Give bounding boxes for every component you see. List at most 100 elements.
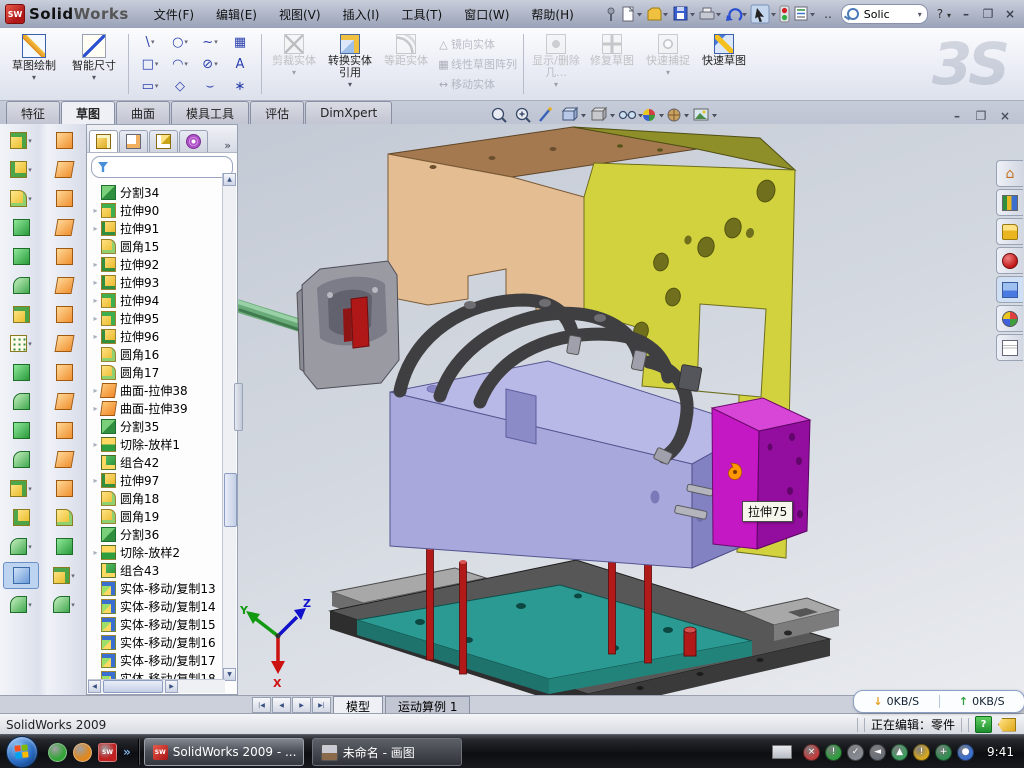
home-tab[interactable]: ⌂ <box>996 160 1023 187</box>
section-view-icon[interactable] <box>540 107 552 121</box>
configurationmanager-tab[interactable] <box>149 130 178 152</box>
mold-tool-8-button[interactable] <box>46 330 82 357</box>
mold-tool-14-button[interactable] <box>46 504 82 531</box>
menu-item-5[interactable]: 窗口(W) <box>453 0 520 28</box>
doc-restore-button[interactable]: ❐ <box>972 108 990 124</box>
save-dropdown-icon[interactable] <box>690 13 695 17</box>
sketch-entity-4[interactable]: □▾ <box>135 53 165 75</box>
quick-launch-overflow-icon[interactable]: » <box>123 745 131 759</box>
sketch-entity-9[interactable]: ◇ <box>165 75 195 97</box>
quick-launch-safety-icon[interactable] <box>73 743 92 762</box>
options-button[interactable] <box>795 7 807 20</box>
quick-snaps-button[interactable]: 快速捕捉 ▾ <box>641 31 695 97</box>
view-settings-icon[interactable] <box>694 109 708 120</box>
status-help-icon[interactable]: ? <box>975 716 992 733</box>
ribbon-tab-4[interactable]: 评估 <box>250 101 304 124</box>
menu-item-1[interactable]: 编辑(E) <box>205 0 268 28</box>
sketch-dropdown-icon[interactable]: ▾ <box>32 73 36 82</box>
tree-item-22[interactable]: 实体-移动/复制13 <box>87 579 237 597</box>
tray-volume-icon[interactable]: ◄ <box>869 744 886 761</box>
tree-item-19[interactable]: 分割36 <box>87 525 237 543</box>
tree-item-25[interactable]: 实体-移动/复制16 <box>87 633 237 651</box>
design-library-tab[interactable] <box>996 189 1023 216</box>
tray-sync-icon[interactable]: ● <box>957 744 974 761</box>
tree-item-20[interactable]: ▸切除-放样2 <box>87 543 237 561</box>
solidworks-resources-tab[interactable] <box>996 247 1023 274</box>
scene-dropdown-icon[interactable] <box>684 114 689 118</box>
view-palette-tab[interactable] <box>996 276 1023 303</box>
part-slide-insert[interactable] <box>238 261 399 389</box>
sketch-entity-0[interactable]: \▾ <box>135 31 165 53</box>
stack-button-0[interactable]: △镜向实体 <box>436 34 517 54</box>
sketch-entity-5[interactable]: ◠▾ <box>165 53 195 75</box>
tree-item-8[interactable]: ▸拉伸96 <box>87 327 237 345</box>
shell-button[interactable] <box>3 243 39 270</box>
tree-item-1[interactable]: ▸拉伸90 <box>87 201 237 219</box>
zoom-fit-icon[interactable] <box>493 109 507 123</box>
sketch-entity-11[interactable]: ∗ <box>225 75 255 97</box>
h-scroll-thumb[interactable] <box>103 680 163 693</box>
mold-tool-10-button[interactable] <box>46 388 82 415</box>
ribbon-tab-5[interactable]: DimXpert <box>305 101 392 124</box>
tray-graphics-icon[interactable]: ▲ <box>891 744 908 761</box>
open-button[interactable] <box>648 8 661 20</box>
tree-item-18[interactable]: 圆角19 <box>87 507 237 525</box>
start-button[interactable] <box>6 736 38 768</box>
close-button[interactable]: × <box>1000 5 1020 23</box>
tree-item-3[interactable]: 圆角15 <box>87 237 237 255</box>
helix-button[interactable]: ▾ <box>3 591 39 618</box>
sketch-button[interactable]: 草图绘制 ▾ <box>5 31 63 97</box>
appearances-tab[interactable] <box>996 305 1023 332</box>
tree-item-24[interactable]: 实体-移动/复制15 <box>87 615 237 633</box>
pin-icon[interactable] <box>608 8 614 21</box>
mold-tool-5-button[interactable] <box>46 243 82 270</box>
view-orientation-dropdown-icon[interactable] <box>581 114 586 118</box>
new-document-button[interactable] <box>623 7 633 21</box>
open-dropdown-icon[interactable] <box>663 13 668 17</box>
display-delete-relations-button[interactable]: 显示/删除几... ▾ <box>529 31 583 97</box>
appearances-icon[interactable] <box>643 109 655 121</box>
doc-close-button[interactable]: × <box>996 108 1014 124</box>
tree-filter-box[interactable] <box>91 156 233 178</box>
display-style-icon[interactable] <box>592 108 606 120</box>
rapid-sketch-button[interactable]: 快速草图 <box>697 31 751 97</box>
mold-tool-4-button[interactable] <box>46 214 82 241</box>
panel-splitter-handle[interactable] <box>234 383 243 431</box>
sketch-entity-8[interactable]: ▭▾ <box>135 75 165 97</box>
doc-tab-0[interactable]: 模型 <box>333 696 383 714</box>
undo-dropdown-icon[interactable] <box>742 13 747 17</box>
stack-button-2[interactable]: ↔移动实体 <box>436 74 517 94</box>
offset-entities-button[interactable]: 等距实体 <box>379 31 433 97</box>
select-dropdown-icon[interactable] <box>771 13 776 17</box>
ribbon-tab-3[interactable]: 模具工具 <box>171 101 249 124</box>
rib-button[interactable] <box>3 359 39 386</box>
curve-button[interactable]: ▾ <box>3 533 39 560</box>
ribbon-tab-2[interactable]: 曲面 <box>116 101 170 124</box>
reference-geometry-button[interactable]: ▾ <box>3 475 39 502</box>
tree-item-9[interactable]: 圆角16 <box>87 345 237 363</box>
sketch-entity-7[interactable]: A <box>225 53 255 75</box>
rebuild-traffic-light-icon[interactable] <box>780 6 789 22</box>
trim-entities-button[interactable]: 剪裁实体 ▾ <box>267 31 321 97</box>
tree-item-13[interactable]: 分割35 <box>87 417 237 435</box>
mold-tool-3-button[interactable] <box>46 185 82 212</box>
instant3d-button[interactable] <box>3 562 39 589</box>
tray-warning-icon[interactable]: ! <box>913 744 930 761</box>
sketch-entity-1[interactable]: ○▾ <box>165 31 195 53</box>
taskbar-window-0[interactable]: SWSolidWorks 2009 - ... <box>144 738 304 766</box>
tree-item-15[interactable]: 组合42 <box>87 453 237 471</box>
tree-item-6[interactable]: ▸拉伸94 <box>87 291 237 309</box>
mold-tool-16-button[interactable]: ▾ <box>46 562 82 589</box>
graphics-viewport[interactable]: Y Z X <box>238 124 1024 695</box>
draft-button[interactable] <box>3 272 39 299</box>
hide-show-dropdown-icon[interactable] <box>638 114 643 118</box>
tray-antivirus-icon[interactable]: × <box>803 744 820 761</box>
mold-tool-11-button[interactable] <box>46 417 82 444</box>
chamfer-button[interactable] <box>3 214 39 241</box>
tree-item-14[interactable]: ▸切除-放样1 <box>87 435 237 453</box>
tree-item-17[interactable]: 圆角18 <box>87 489 237 507</box>
smart-dimension-dropdown-icon[interactable]: ▾ <box>92 73 96 82</box>
tab-nav-button-2[interactable]: ▶ <box>292 697 311 713</box>
tree-item-11[interactable]: ▸曲面-拉伸38 <box>87 381 237 399</box>
fm-tabs-overflow[interactable]: » <box>220 139 235 152</box>
